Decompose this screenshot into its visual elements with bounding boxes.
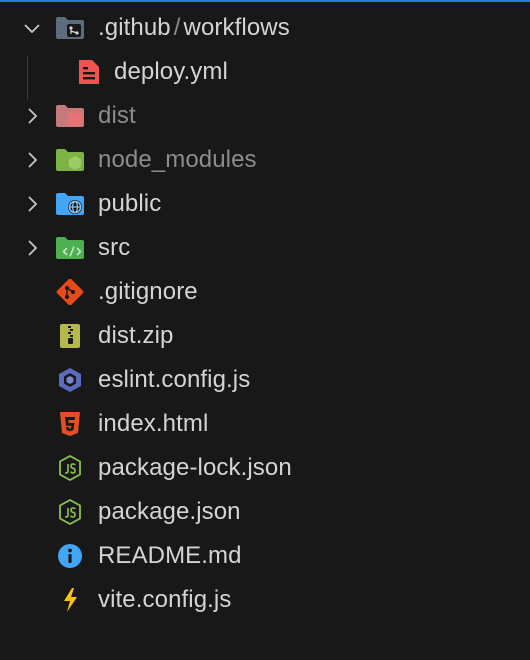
nodejs-icon	[59, 499, 81, 525]
tree-item-github-workflows[interactable]: .github / workflows	[0, 6, 530, 50]
tree-item-src[interactable]: src	[0, 226, 530, 270]
chevron-right-icon[interactable]	[22, 106, 42, 126]
tree-item-readme[interactable]: README.md	[0, 534, 530, 578]
folder-src-icon	[56, 237, 84, 259]
file-explorer-tree: .github / workflows deploy.yml dist node…	[0, 6, 530, 622]
folder-dist-icon	[56, 105, 84, 127]
tree-item-public[interactable]: public	[0, 182, 530, 226]
focus-border	[0, 0, 530, 2]
tree-item-label: eslint.config.js	[98, 366, 251, 393]
tree-item-vite-config[interactable]: vite.config.js	[0, 578, 530, 622]
tree-item-label: public	[98, 190, 162, 217]
tree-item-label: package-lock.json	[98, 454, 292, 481]
tree-item-label: index.html	[98, 410, 209, 437]
tree-item-label: package.json	[98, 498, 241, 525]
path-separator: /	[173, 14, 181, 41]
folder-github-icon	[56, 17, 84, 39]
folder-node-icon	[56, 149, 84, 171]
tree-item-package-json[interactable]: package.json	[0, 490, 530, 534]
tree-item-eslint-config[interactable]: eslint.config.js	[0, 358, 530, 402]
tree-item-dist-zip[interactable]: dist.zip	[0, 314, 530, 358]
tree-item-label: .gitignore	[98, 278, 198, 305]
zip-icon	[60, 324, 80, 348]
tree-item-label: deploy.yml	[114, 58, 228, 85]
html5-icon	[60, 412, 80, 436]
tree-item-label: README.md	[98, 542, 242, 569]
tree-item-label: dist	[98, 102, 136, 129]
tree-item-label: .github / workflows	[98, 14, 290, 41]
tree-item-gitignore[interactable]: .gitignore	[0, 270, 530, 314]
chevron-right-icon[interactable]	[22, 150, 42, 170]
chevron-down-icon[interactable]	[22, 18, 42, 38]
tree-item-label: vite.config.js	[98, 586, 232, 613]
chevron-right-icon[interactable]	[22, 238, 42, 258]
git-icon	[56, 279, 84, 305]
eslint-icon	[59, 368, 81, 392]
tree-item-label: node_modules	[98, 146, 257, 173]
info-icon	[58, 544, 82, 568]
tree-item-label: src	[98, 234, 131, 261]
tree-item-package-lock-json[interactable]: package-lock.json	[0, 446, 530, 490]
tree-item-dist[interactable]: dist	[0, 94, 530, 138]
nodejs-icon	[59, 455, 81, 481]
tree-item-node-modules[interactable]: node_modules	[0, 138, 530, 182]
chevron-right-icon[interactable]	[22, 194, 42, 214]
yaml-file-icon	[79, 60, 99, 84]
tree-item-deploy-yml[interactable]: deploy.yml	[0, 50, 530, 94]
vite-icon	[64, 588, 77, 612]
tree-item-label: dist.zip	[98, 322, 174, 349]
indent-guide	[27, 56, 28, 100]
folder-public-icon	[56, 193, 84, 215]
tree-item-index-html[interactable]: index.html	[0, 402, 530, 446]
